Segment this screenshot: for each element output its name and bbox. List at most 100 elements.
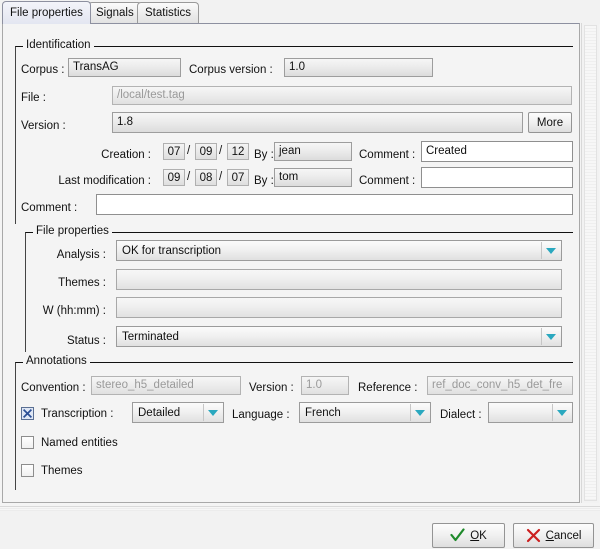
corpus-version-field[interactable]: 1.0 (284, 58, 433, 77)
w-hhmm-field[interactable] (116, 297, 562, 318)
version-label: Version : (21, 120, 66, 132)
annotation-version-label: Version : (249, 382, 294, 394)
transcription-combo[interactable]: Detailed (132, 402, 224, 423)
tab-file-properties-label: File properties (10, 7, 83, 19)
chevron-down-icon (557, 409, 567, 416)
lastmod-date-sep-1: / (187, 171, 191, 183)
lastmod-by-label: By : (254, 175, 274, 187)
lastmod-month-field[interactable]: 08 (195, 169, 217, 186)
creation-month-field[interactable]: 09 (195, 143, 217, 160)
tab-statistics-label: Statistics (145, 7, 192, 19)
convention-label: Convention : (21, 382, 86, 394)
comment-field[interactable] (96, 194, 573, 215)
cancel-button-rest: ancel (553, 529, 582, 542)
tab-signals-label: Signals (96, 7, 134, 19)
lastmod-date-sep-2: / (219, 171, 223, 183)
language-label: Language : (232, 409, 290, 421)
creation-by-label: By : (254, 149, 274, 161)
chevron-down-icon (546, 333, 556, 340)
named-entities-checkbox[interactable] (21, 436, 34, 449)
themes-field[interactable] (116, 269, 562, 290)
more-button[interactable]: More (528, 112, 572, 133)
file-properties-group-label: File properties (33, 225, 112, 237)
creation-date-sep-1: / (187, 145, 191, 157)
creation-comment-field[interactable]: Created (421, 141, 573, 162)
tab-bar: File properties Signals Statistics (0, 0, 600, 24)
ok-button[interactable]: OK (432, 523, 505, 548)
dialect-label: Dialect : (440, 409, 482, 421)
creation-by-field[interactable]: jean (274, 142, 352, 161)
status-combo-arrow[interactable] (541, 328, 560, 345)
tab-signals[interactable]: Signals (88, 2, 142, 23)
transcription-label: Transcription : (41, 407, 114, 420)
w-hhmm-label: W (hh:mm) : (42, 305, 106, 317)
creation-label: Creation : (101, 149, 151, 161)
creation-date-sep-2: / (219, 145, 223, 157)
chevron-down-icon (415, 409, 425, 416)
ok-button-label: OK (470, 530, 487, 542)
dialect-combo-arrow[interactable] (552, 404, 571, 421)
annotation-themes-label: Themes (41, 464, 83, 477)
themes-label: Themes : (58, 277, 106, 289)
transcription-combo-arrow[interactable] (203, 404, 222, 421)
analysis-label: Analysis : (56, 249, 106, 261)
language-combo[interactable]: French (299, 402, 431, 423)
language-combo-value: French (305, 406, 341, 419)
file-properties-dialog: File properties Signals Statistics Ident… (0, 0, 600, 549)
cancel-button-label: Cancel (546, 530, 582, 542)
chevron-down-icon (208, 409, 218, 416)
corpus-version-label: Corpus version : (189, 64, 273, 76)
annotation-themes-checkbox-row[interactable]: Themes (21, 464, 83, 477)
ok-button-rest: K (479, 529, 487, 542)
cancel-button-mnemonic: C (545, 529, 554, 542)
reference-label: Reference : (358, 382, 418, 394)
named-entities-checkbox-row[interactable]: Named entities (21, 436, 118, 449)
footer-divider (0, 507, 600, 511)
creation-year-field[interactable]: 12 (227, 143, 249, 160)
last-modification-label: Last modification : (58, 175, 151, 187)
tab-file-properties[interactable]: File properties (2, 1, 91, 24)
transcription-combo-value: Detailed (138, 406, 181, 419)
lastmod-comment-field[interactable] (421, 167, 573, 188)
lastmod-year-field[interactable]: 07 (227, 169, 249, 186)
corpus-field[interactable]: TransAG (68, 58, 181, 77)
dialect-combo[interactable] (488, 402, 573, 423)
check-icon (450, 528, 465, 542)
analysis-combo[interactable]: OK for transcription (116, 240, 562, 261)
corpus-label: Corpus : (21, 64, 65, 76)
file-path-field: /local/test.tag (112, 86, 572, 105)
lastmod-day-field[interactable]: 09 (163, 169, 185, 186)
annotations-group-label: Annotations (23, 355, 90, 367)
file-properties-panel: Identification Corpus : TransAG Corpus v… (2, 23, 580, 503)
lastmod-comment-label: Comment : (359, 175, 416, 187)
creation-comment-label: Comment : (359, 149, 416, 161)
creation-day-field[interactable]: 07 (163, 143, 185, 160)
comment-label: Comment : (21, 202, 78, 214)
right-rail (581, 23, 599, 503)
identification-group-label: Identification (23, 39, 94, 51)
dialog-footer: OK Cancel (0, 506, 600, 549)
language-combo-arrow[interactable] (410, 404, 429, 421)
status-combo[interactable]: Terminated (116, 326, 562, 347)
reference-field: ref_doc_conv_h5_det_fre (427, 376, 573, 395)
file-label: File : (21, 92, 46, 104)
more-button-label: More (536, 116, 564, 129)
chevron-down-icon (546, 247, 556, 254)
annotation-themes-checkbox[interactable] (21, 464, 34, 477)
status-label: Status : (67, 335, 106, 347)
right-rail-texture (584, 25, 597, 501)
convention-field: stereo_h5_detailed (91, 376, 241, 395)
analysis-combo-arrow[interactable] (541, 242, 560, 259)
transcription-checkbox[interactable] (21, 407, 34, 420)
analysis-combo-value: OK for transcription (122, 244, 222, 257)
named-entities-label: Named entities (41, 436, 118, 449)
ok-button-mnemonic: O (470, 529, 480, 542)
transcription-checkbox-row[interactable]: Transcription : (21, 407, 113, 420)
annotation-version-field: 1.0 (301, 376, 349, 395)
lastmod-by-field[interactable]: tom (274, 168, 352, 187)
status-combo-value: Terminated (122, 330, 179, 343)
version-field[interactable]: 1.8 (112, 112, 523, 133)
close-icon (526, 528, 540, 543)
tab-statistics[interactable]: Statistics (137, 2, 200, 23)
cancel-button[interactable]: Cancel (513, 523, 594, 548)
